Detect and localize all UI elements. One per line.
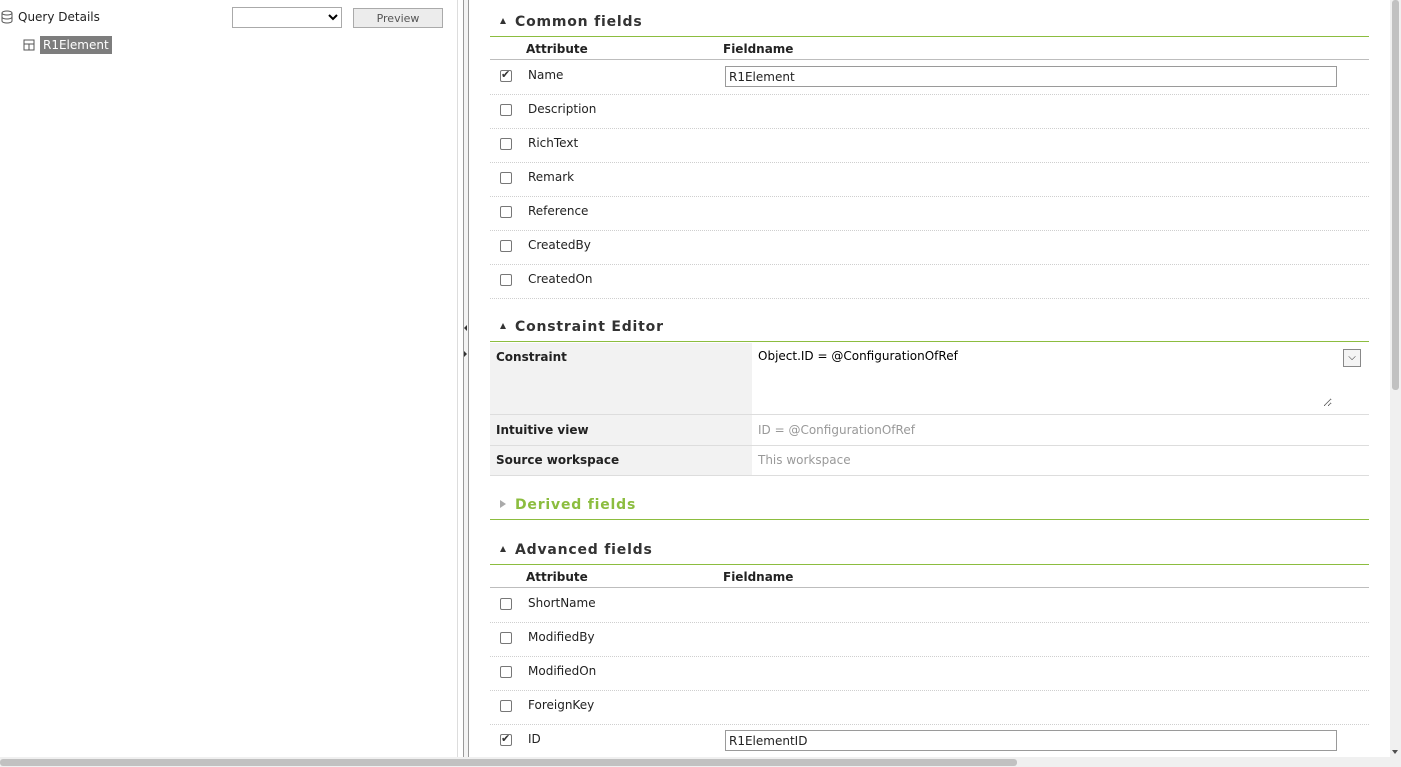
fieldname-column-label: Fieldname xyxy=(723,42,794,56)
fieldname-input[interactable] xyxy=(725,66,1337,87)
attribute-label: ID xyxy=(528,732,541,746)
query-select[interactable] xyxy=(232,7,342,28)
expanded-triangle-icon xyxy=(500,18,506,24)
vertical-scrollbar[interactable] xyxy=(1390,0,1401,757)
constraint-label-cell: Constraint xyxy=(490,343,752,414)
attribute-label: CreatedOn xyxy=(528,272,593,286)
tree-root-query-details[interactable]: Query Details xyxy=(0,8,100,26)
field-row: ForeignKey xyxy=(490,690,1369,725)
section-title: Advanced fields xyxy=(515,542,653,558)
expand-right-icon[interactable] xyxy=(464,351,467,357)
attribute-column-label: Attribute xyxy=(526,570,588,584)
source-workspace-label: Source workspace xyxy=(496,453,620,467)
attribute-label: Reference xyxy=(528,204,589,218)
field-checkbox[interactable] xyxy=(500,598,512,610)
field-row: ModifiedOn xyxy=(490,656,1369,691)
chevron-down-icon: ⌵ xyxy=(1348,352,1356,363)
field-checkbox[interactable] xyxy=(500,138,512,150)
field-checkbox[interactable] xyxy=(500,732,512,746)
attribute-label: CreatedBy xyxy=(528,238,591,252)
collapsed-triangle-icon xyxy=(500,500,506,508)
field-checkbox[interactable] xyxy=(500,240,512,252)
common-fields-header[interactable]: Common fields xyxy=(490,8,1369,37)
attribute-label: Remark xyxy=(528,170,575,184)
horizontal-scrollbar[interactable] xyxy=(0,757,1401,767)
attribute-label: Name xyxy=(528,68,564,82)
collapse-left-icon[interactable] xyxy=(464,325,467,331)
field-row: CreatedBy xyxy=(490,230,1369,265)
derived-fields-header[interactable]: Derived fields xyxy=(490,491,1369,520)
constraint-row: Constraint Object.ID = @ConfigurationOfR… xyxy=(490,343,1369,415)
field-checkbox[interactable] xyxy=(500,172,512,184)
constraint-label: Constraint xyxy=(496,350,567,364)
query-tree-pane: Query Details R1Element Preview xyxy=(0,0,458,757)
attribute-label: ModifiedBy xyxy=(528,630,595,644)
tree-node-label: R1Element xyxy=(40,36,112,54)
preview-button[interactable]: Preview xyxy=(353,8,443,28)
constraint-dropdown-button[interactable]: ⌵ xyxy=(1343,349,1361,367)
section-title: Common fields xyxy=(515,14,643,30)
details-pane: Common fields Attribute Fieldname Name De… xyxy=(470,0,1388,759)
fieldname-input[interactable] xyxy=(725,730,1337,751)
constraint-textarea[interactable]: Object.ID = @ConfigurationOfRef xyxy=(752,343,1332,407)
field-row: ShortName xyxy=(490,588,1369,623)
tree-root-label: Query Details xyxy=(18,10,100,24)
intuitive-view-label: Intuitive view xyxy=(496,423,589,437)
field-checkbox[interactable] xyxy=(500,206,512,218)
section-title: Derived fields xyxy=(515,497,637,513)
attribute-label: RichText xyxy=(528,136,579,150)
field-row: ID xyxy=(490,724,1369,759)
constraint-editor-header[interactable]: Constraint Editor xyxy=(490,313,1369,342)
pane-splitter[interactable] xyxy=(463,0,469,757)
field-checkbox[interactable] xyxy=(500,274,512,286)
vertical-scroll-thumb[interactable] xyxy=(1392,0,1399,390)
field-row: Name xyxy=(490,60,1369,95)
advanced-fields-column-header: Attribute Fieldname xyxy=(490,566,1369,588)
intuitive-label-cell: Intuitive view xyxy=(490,415,752,445)
field-row: CreatedOn xyxy=(490,264,1369,299)
advanced-fields-header[interactable]: Advanced fields xyxy=(490,536,1369,565)
section-title: Constraint Editor xyxy=(515,319,664,335)
scroll-down-icon[interactable] xyxy=(1392,750,1398,754)
field-checkbox[interactable] xyxy=(500,700,512,712)
source-label-cell: Source workspace xyxy=(490,446,752,475)
attribute-label: ShortName xyxy=(528,596,596,610)
attribute-label: ModifiedOn xyxy=(528,664,597,678)
attribute-label: ForeignKey xyxy=(528,698,595,712)
common-fields-column-header: Attribute Fieldname xyxy=(490,38,1369,60)
tree-node-r1element[interactable]: R1Element xyxy=(22,35,112,55)
field-checkbox[interactable] xyxy=(500,68,512,82)
field-checkbox[interactable] xyxy=(500,666,512,678)
field-row: RichText xyxy=(490,128,1369,163)
field-row: Description xyxy=(490,94,1369,129)
field-row: ModifiedBy xyxy=(490,622,1369,657)
attribute-label: Description xyxy=(528,102,597,116)
intuitive-view-row: Intuitive view ID = @ConfigurationOfRef xyxy=(490,415,1369,446)
expanded-triangle-icon xyxy=(500,323,506,329)
field-checkbox[interactable] xyxy=(500,104,512,116)
horizontal-scroll-thumb[interactable] xyxy=(0,759,1017,766)
attribute-column-label: Attribute xyxy=(526,42,588,56)
source-workspace-value: This workspace xyxy=(758,453,851,467)
expanded-triangle-icon xyxy=(500,546,506,552)
table-icon xyxy=(22,38,36,52)
fieldname-column-label: Fieldname xyxy=(723,570,794,584)
database-icon xyxy=(0,10,14,24)
field-row: Reference xyxy=(490,196,1369,231)
intuitive-view-value: ID = @ConfigurationOfRef xyxy=(758,423,915,437)
field-checkbox[interactable] xyxy=(500,632,512,644)
source-workspace-row: Source workspace This workspace xyxy=(490,446,1369,476)
field-row: Remark xyxy=(490,162,1369,197)
